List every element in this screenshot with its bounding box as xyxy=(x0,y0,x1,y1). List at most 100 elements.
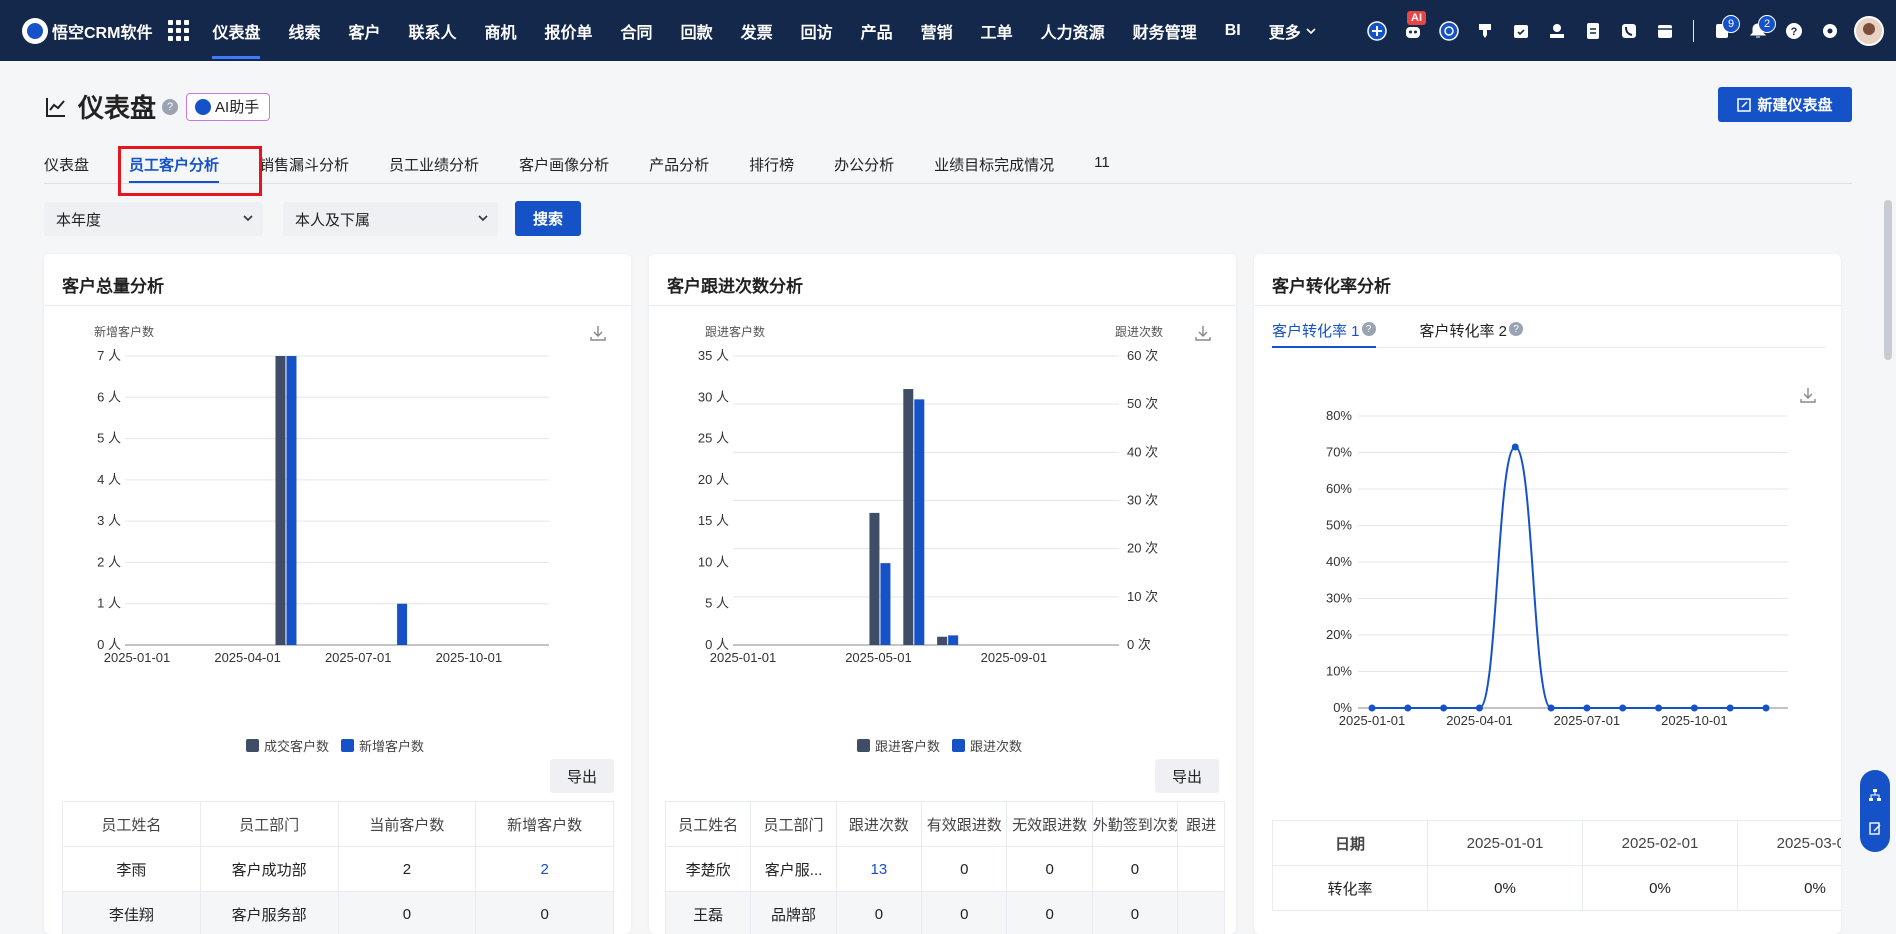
table-header-row: 员工姓名员工部门跟进次数有效跟进数无效跟进数外勤签到次数跟进 xyxy=(666,802,1225,847)
table-header-cell: 有效跟进数 xyxy=(922,802,1007,847)
help-icon[interactable]: ? xyxy=(1509,322,1523,336)
period-select[interactable]: 本年度 xyxy=(44,202,263,236)
calendar-icon[interactable] xyxy=(1647,13,1683,49)
nav-item[interactable]: 线索 xyxy=(274,0,334,61)
nav-item[interactable]: 财务管理 xyxy=(1119,0,1211,61)
legend-item[interactable]: 成交客户数 xyxy=(246,736,329,755)
task-badge: 9 xyxy=(1722,15,1740,33)
data-point xyxy=(1727,705,1734,712)
help-icon[interactable]: ? xyxy=(1362,322,1376,336)
nav-item[interactable]: 人力资源 xyxy=(1027,0,1119,61)
subtab-label: 客户转化率 1 xyxy=(1272,320,1360,341)
table-cell: 0% xyxy=(1428,866,1583,911)
document-icon[interactable] xyxy=(1575,13,1611,49)
y-tick-label: 15 人 xyxy=(698,513,729,528)
bar xyxy=(903,389,913,645)
tab[interactable]: 销售漏斗分析 xyxy=(259,148,349,183)
nav-item[interactable]: 仪表盘 xyxy=(198,0,274,61)
tab[interactable]: 员工业绩分析 xyxy=(389,148,479,183)
subtab[interactable]: 客户转化率 1? xyxy=(1272,312,1376,347)
nav-item[interactable]: 回款 xyxy=(667,0,727,61)
help-icon[interactable]: ? xyxy=(1776,13,1812,49)
ai-robot-icon[interactable]: AI xyxy=(1395,13,1431,49)
subtab[interactable]: 客户转化率 2? xyxy=(1420,312,1524,347)
tab[interactable]: 产品分析 xyxy=(649,148,709,183)
legend-item[interactable]: 跟进次数 xyxy=(952,736,1022,755)
data-point xyxy=(1763,705,1770,712)
new-dashboard-button[interactable]: 新建仪表盘 xyxy=(1718,87,1852,122)
bar xyxy=(397,604,407,645)
tab[interactable]: 办公分析 xyxy=(834,148,894,183)
legend-item[interactable]: 新增客户数 xyxy=(341,736,424,755)
add-circle-icon[interactable] xyxy=(1359,13,1395,49)
table-cell xyxy=(1178,892,1225,934)
y-tick-label: 60% xyxy=(1326,481,1352,496)
data-point xyxy=(1404,705,1411,712)
export-button[interactable]: 导出 xyxy=(550,759,614,793)
task-icon[interactable]: 9 xyxy=(1704,13,1740,49)
scope-select[interactable]: 本人及下属 xyxy=(283,202,498,236)
conversion-subtabs: 客户转化率 1?客户转化率 2? xyxy=(1272,312,1826,348)
y-tick-label: 5 人 xyxy=(97,431,121,446)
legend-item[interactable]: 跟进客户数 xyxy=(857,736,940,755)
main-menu: 仪表盘线索客户联系人商机报价单合同回款发票回访产品营销工单人力资源财务管理BI更… xyxy=(198,0,1330,61)
calendar-check-icon[interactable] xyxy=(1503,13,1539,49)
y-tick-label: 1 人 xyxy=(97,596,121,611)
highlight-box xyxy=(118,146,262,196)
bell-icon[interactable]: 2 xyxy=(1740,13,1776,49)
y-tick-label: 80% xyxy=(1326,408,1352,423)
y-tick-label: 3 人 xyxy=(97,513,121,528)
y2-tick-label: 30 次 xyxy=(1127,493,1158,508)
user-stamp-icon[interactable] xyxy=(1539,13,1575,49)
nav-item[interactable]: 报价单 xyxy=(531,0,607,61)
table-row: 李楚欣客户服...13000 xyxy=(666,847,1225,892)
y-tick-label: 20% xyxy=(1326,627,1352,642)
card-followup: 客户跟进次数分析 跟进客户数跟进次数0 人5 人10 人15 人20 人25 人… xyxy=(649,254,1236,934)
nav-item[interactable]: 工单 xyxy=(967,0,1027,61)
table-cell: 转化率 xyxy=(1273,866,1428,911)
tab[interactable]: 客户画像分析 xyxy=(519,148,609,183)
legend-swatch xyxy=(857,739,870,752)
dashboard-tabs: 仪表盘员工客户分析销售漏斗分析员工业绩分析客户画像分析产品分析排行榜办公分析业绩… xyxy=(44,148,1852,184)
table-header-cell: 日期 xyxy=(1273,821,1428,866)
bar xyxy=(880,563,890,645)
data-point xyxy=(1655,705,1662,712)
note-edit-icon[interactable] xyxy=(1868,821,1882,835)
nav-item[interactable]: 产品 xyxy=(847,0,907,61)
nav-item[interactable]: 联系人 xyxy=(395,0,471,61)
sitemap-icon[interactable] xyxy=(1868,788,1882,802)
search-button[interactable]: 搜索 xyxy=(515,201,581,236)
export-button[interactable]: 导出 xyxy=(1155,759,1219,793)
nav-item[interactable]: BI xyxy=(1211,0,1255,61)
nav-item[interactable]: 更多 xyxy=(1255,0,1331,61)
avatar[interactable] xyxy=(1854,16,1884,46)
ai-assistant-button[interactable]: AI助手 xyxy=(186,93,270,121)
app-grid-icon[interactable] xyxy=(168,20,190,42)
chevron-down-icon xyxy=(241,211,255,225)
brand[interactable]: 悟空CRM软件 xyxy=(22,18,152,44)
chat-bubble-icon[interactable] xyxy=(1431,13,1467,49)
subtab-label: 客户转化率 2 xyxy=(1420,320,1508,341)
pin-icon[interactable] xyxy=(1467,13,1503,49)
gear-icon[interactable] xyxy=(1812,13,1848,49)
table-cell: 0 xyxy=(1092,892,1177,934)
phone-icon[interactable] xyxy=(1611,13,1647,49)
nav-item[interactable]: 回访 xyxy=(787,0,847,61)
edit-icon xyxy=(1737,98,1751,112)
ai-assistant-label: AI助手 xyxy=(215,96,259,117)
nav-item[interactable]: 客户 xyxy=(334,0,394,61)
y-tick-label: 2 人 xyxy=(97,554,121,569)
tab[interactable]: 排行榜 xyxy=(749,148,794,183)
table-header-cell: 员工姓名 xyxy=(63,802,201,847)
nav-item[interactable]: 商机 xyxy=(471,0,531,61)
tab[interactable]: 仪表盘 xyxy=(44,148,89,183)
table-cell: 0 xyxy=(338,892,476,934)
nav-item[interactable]: 合同 xyxy=(607,0,667,61)
table-header-cell: 2025-03-01 xyxy=(1738,821,1842,866)
tab[interactable]: 11 xyxy=(1094,148,1110,183)
tab[interactable]: 业绩目标完成情况 xyxy=(934,148,1054,183)
nav-item[interactable]: 发票 xyxy=(727,0,787,61)
help-icon[interactable]: ? xyxy=(162,99,178,115)
scrollbar[interactable] xyxy=(1884,200,1892,360)
nav-item[interactable]: 营销 xyxy=(907,0,967,61)
